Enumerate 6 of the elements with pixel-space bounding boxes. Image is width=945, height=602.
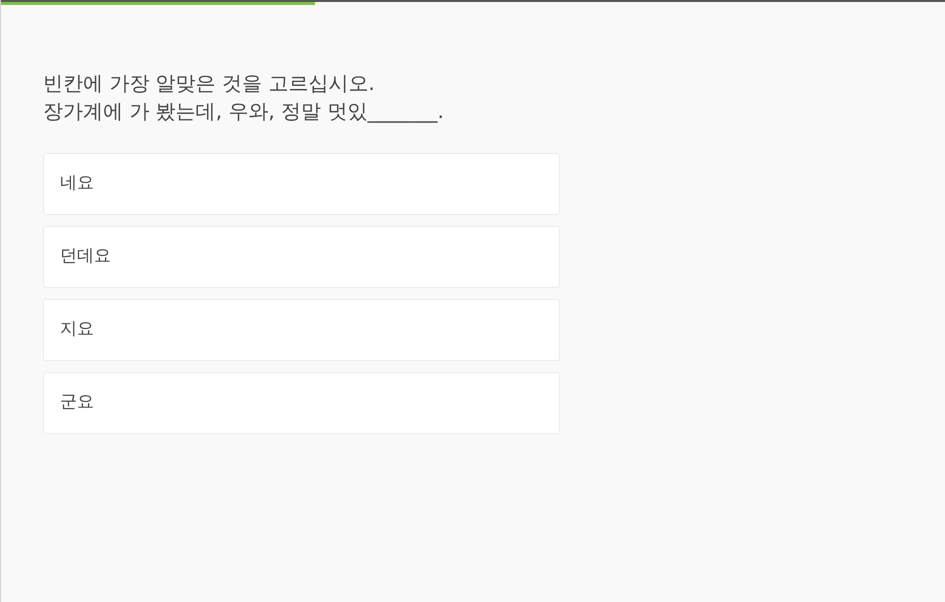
answer-option[interactable]: 지요 [43,299,560,361]
question-sentence: 장가계에 가 봤는데, 우와, 정말 멋있_______. [43,98,445,125]
question-instruction: 빈칸에 가장 알맞은 것을 고르십시오. [43,70,376,97]
answer-option[interactable]: 군요 [43,372,560,434]
answer-option[interactable]: 던데요 [43,226,560,288]
answer-option[interactable]: 네요 [43,153,560,215]
